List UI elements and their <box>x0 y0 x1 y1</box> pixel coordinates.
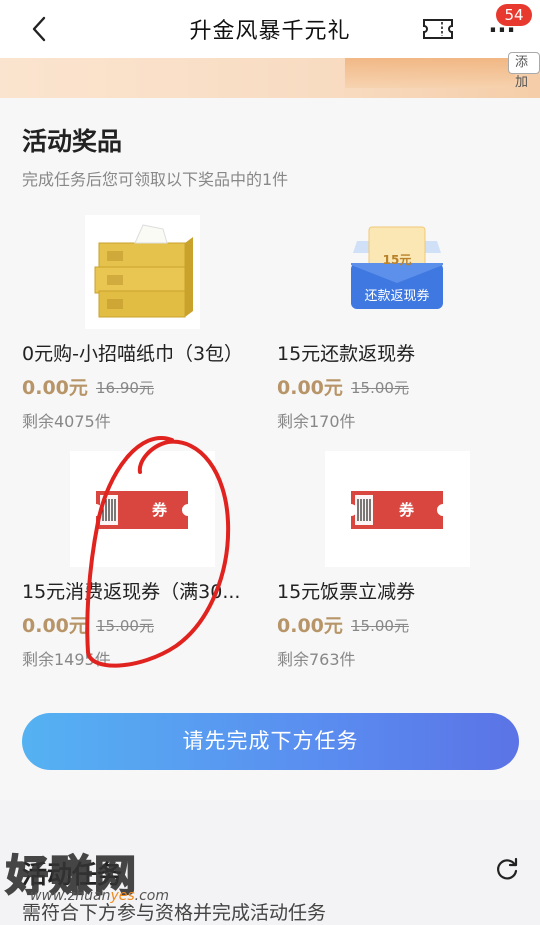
prize-stock: 剩余170件 <box>277 412 356 431</box>
prize-stock: 剩余763件 <box>277 650 356 669</box>
prize-name: 15元消费返现券（满30... <box>22 581 241 603</box>
prize-price: 0.00元 <box>22 377 88 399</box>
prize-image-tissue <box>22 213 262 333</box>
prize-image-coupon: 券 <box>22 451 262 571</box>
prize-name: 15元还款返现券 <box>277 343 416 365</box>
prize-item[interactable]: 券 15元消费返现券（满30... 0.00元 15.00元 剩余1495件 <box>22 451 262 671</box>
top-nav-bar: 升金风暴千元礼 ··· 54 <box>0 0 540 58</box>
prize-price: 0.00元 <box>277 615 343 637</box>
notification-badge: 54 <box>496 4 532 26</box>
prizes-title: 活动奖品 <box>22 127 123 156</box>
prize-price: 0.00元 <box>277 377 343 399</box>
page-title: 升金风暴千元礼 <box>189 19 351 44</box>
ticket-label: 券 <box>399 501 415 519</box>
prize-price: 0.00元 <box>22 615 88 637</box>
prizes-card: 活动奖品 完成任务后您可领取以下奖品中的1件 0元购-小招喵纸巾（3包） 0.0… <box>0 98 540 800</box>
tissue-pack-icon <box>94 224 193 318</box>
prize-stock: 剩余4075件 <box>22 412 111 431</box>
prize-original-price: 15.00元 <box>96 617 154 635</box>
coupon-label-text: 还款返现券 <box>364 289 430 304</box>
ticket-coupon-icon <box>351 491 443 529</box>
ticket-icon[interactable] <box>422 17 454 41</box>
prize-original-price: 16.90元 <box>96 379 154 397</box>
add-button[interactable]: 添加 <box>508 52 540 90</box>
ticket-label: 券 <box>152 501 168 519</box>
prize-image-coupon: 券 <box>277 451 517 571</box>
prize-original-price: 15.00元 <box>351 379 409 397</box>
refresh-icon[interactable] <box>494 856 520 882</box>
prizes-subtitle: 完成任务后您可领取以下奖品中的1件 <box>22 170 289 189</box>
prize-name: 15元饭票立减券 <box>277 581 416 603</box>
prize-stock: 剩余1495件 <box>22 650 111 669</box>
prize-original-price: 15.00元 <box>351 617 409 635</box>
prize-image-repayment-coupon: 15元 还款返现券 <box>277 213 517 333</box>
ticket-coupon-icon <box>96 491 188 529</box>
banner-gift-box-illustration <box>345 58 515 88</box>
prize-item[interactable]: 券 15元饭票立减券 0.00元 15.00元 剩余763件 <box>277 451 517 671</box>
coupon-amount-text: 15元 <box>382 253 412 267</box>
prize-item[interactable]: 15元 还款返现券 15元还款返现券 0.00元 15.00元 剩余170件 <box>277 213 517 433</box>
complete-tasks-button[interactable]: 请先完成下方任务 <box>22 713 519 770</box>
prize-name: 0元购-小招喵纸巾（3包） <box>22 343 244 365</box>
prize-item[interactable]: 0元购-小招喵纸巾（3包） 0.00元 16.90元 剩余4075件 <box>22 213 262 433</box>
watermark-url: www.zhuanyes.com <box>30 888 170 904</box>
promo-banner[interactable] <box>0 58 540 98</box>
